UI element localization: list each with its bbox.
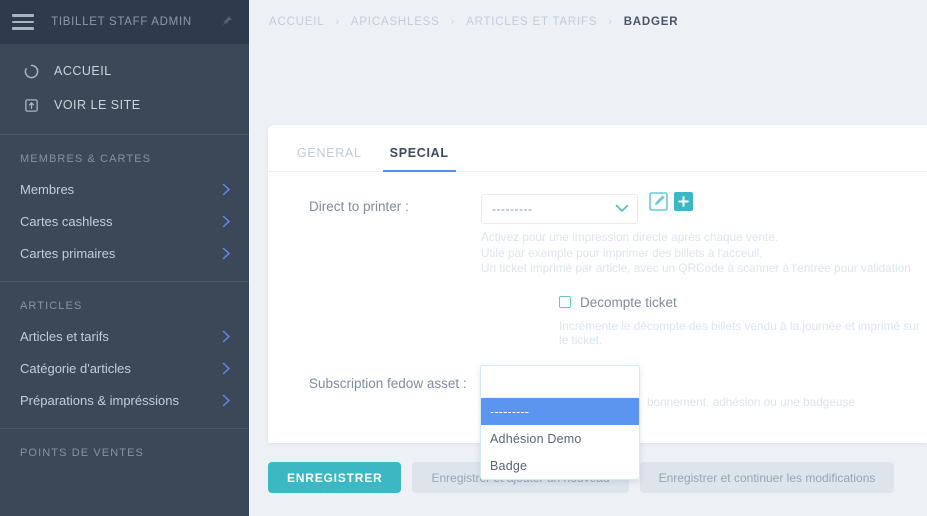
sidebar-item-categorie-d-articles[interactable]: Catégorie d'articles: [0, 352, 249, 384]
save-button[interactable]: ENREGISTRER: [268, 462, 402, 493]
field-row-direct-to-printer: Direct to printer : --------- Activez po…: [268, 192, 927, 277]
sidebar-item-voir-le-site[interactable]: VOIR LE SITE: [0, 88, 249, 122]
help-line: Activez pour une impression directe aprè…: [481, 230, 779, 244]
chevron-right-icon: [222, 247, 231, 260]
direct-to-printer-selected-value: ---------: [492, 202, 533, 216]
tab-special[interactable]: SPECIAL: [382, 146, 456, 172]
main-content: ACCUEIL › APICASHLESS › ARTICLES ET TARI…: [249, 0, 927, 516]
help-text-decompte-ticket: Incrémente le décompte des billets vendu…: [559, 318, 920, 347]
field-control-direct-to-printer: --------- Activez pour une impression di…: [481, 192, 927, 277]
sidebar: TIBILLET STAFF ADMIN ACCUEIL VOIR LE SIT…: [0, 0, 249, 516]
form-card: GENERAL SPECIAL Direct to printer : ----…: [268, 125, 927, 480]
breadcrumb-item-articles-et-tarifs[interactable]: ARTICLES ET TARIFS: [466, 16, 597, 28]
decompte-ticket-checkbox[interactable]: [559, 296, 571, 309]
sidebar-nav: ACCUEIL VOIR LE SITE MEMBRES & CARTES Me…: [0, 44, 249, 467]
sidebar-item-label: Préparations & impréssions: [20, 392, 179, 408]
breadcrumb-separator-icon: ›: [608, 16, 613, 28]
field-label-subscription-fedow-asset: Subscription fedow asset :: [309, 375, 467, 391]
sidebar-item-label: Cartes cashless: [20, 213, 113, 229]
dropdown-option-adhesion-demo[interactable]: Adhésion Demo: [481, 425, 639, 452]
plus-icon[interactable]: [674, 192, 693, 211]
chevron-right-icon: [222, 215, 231, 228]
chevron-right-icon: [222, 394, 231, 407]
sidebar-item-accueil[interactable]: ACCUEIL: [0, 54, 249, 88]
direct-to-printer-select[interactable]: ---------: [481, 194, 638, 224]
chevron-right-icon: [222, 183, 231, 196]
help-line: Utile par exemple pour imprimer des bill…: [481, 245, 763, 260]
dropdown-option-badge[interactable]: Badge: [481, 452, 639, 479]
sidebar-section-title-membres: MEMBRES & CARTES: [20, 153, 152, 165]
brand-title: TIBILLET STAFF ADMIN: [51, 16, 192, 28]
chevron-right-icon: [222, 330, 231, 343]
dropdown-search-input[interactable]: [481, 366, 639, 398]
sidebar-item-preparations-impressions[interactable]: Préparations & impréssions: [0, 384, 249, 416]
sidebar-item-label: Catégorie d'articles: [20, 360, 131, 376]
sidebar-item-label: Cartes primaires: [20, 245, 116, 261]
sidebar-item-cartes-cashless[interactable]: Cartes cashless: [0, 205, 249, 237]
app-root: TIBILLET STAFF ADMIN ACCUEIL VOIR LE SIT…: [0, 0, 927, 516]
sidebar-item-cartes-primaires[interactable]: Cartes primaires: [0, 237, 249, 269]
tab-bar: GENERAL SPECIAL: [268, 125, 927, 172]
sidebar-item-membres[interactable]: Membres: [0, 173, 249, 205]
breadcrumb-item-apicashless[interactable]: APICASHLESS: [351, 16, 440, 28]
sidebar-header: TIBILLET STAFF ADMIN: [0, 0, 249, 44]
sidebar-item-articles-et-tarifs[interactable]: Articles et tarifs: [0, 320, 249, 352]
breadcrumb-item-accueil[interactable]: ACCUEIL: [269, 16, 324, 28]
dropdown-option-blank[interactable]: ---------: [481, 398, 639, 425]
breadcrumb-separator-icon: ›: [450, 16, 456, 28]
help-line: Un ticket imprimé par article, avec un Q…: [481, 261, 911, 276]
breadcrumb-item-badger: BADGER: [623, 16, 679, 28]
breadcrumb-separator-icon: ›: [335, 16, 340, 28]
field-row-decompte-ticket: Decompte ticket: [268, 295, 927, 310]
save-and-continue-editing-button[interactable]: Enregistrer et continuer les modificatio…: [639, 462, 895, 493]
sidebar-section-title-points-de-ventes: POINTS DE VENTES: [20, 447, 144, 459]
sidebar-item-label: VOIR LE SITE: [54, 98, 141, 112]
edit-pencil-icon[interactable]: [649, 192, 668, 211]
home-spinner-icon: [20, 60, 42, 82]
help-text-direct-to-printer: Activez pour une impression directe aprè…: [481, 230, 927, 277]
breadcrumb: ACCUEIL › APICASHLESS › ARTICLES ET TARI…: [249, 0, 927, 44]
sidebar-item-label: Membres: [20, 181, 75, 197]
pin-icon[interactable]: [215, 11, 237, 33]
tab-general[interactable]: GENERAL: [290, 146, 369, 171]
sidebar-item-label: Articles et tarifs: [20, 328, 109, 344]
subscription-fedow-asset-dropdown[interactable]: --------- Adhésion Demo Badge: [480, 365, 640, 480]
field-label-direct-to-printer: Direct to printer :: [309, 199, 409, 214]
chevron-down-icon: [615, 202, 629, 216]
printer-inline-actions: [649, 192, 693, 211]
decompte-ticket-label: Decompte ticket: [580, 294, 677, 310]
external-link-icon: [20, 94, 42, 116]
sidebar-section-title-articles: ARTICLES: [20, 300, 83, 312]
chevron-right-icon: [222, 362, 231, 375]
sidebar-item-label: ACCUEIL: [54, 64, 112, 78]
